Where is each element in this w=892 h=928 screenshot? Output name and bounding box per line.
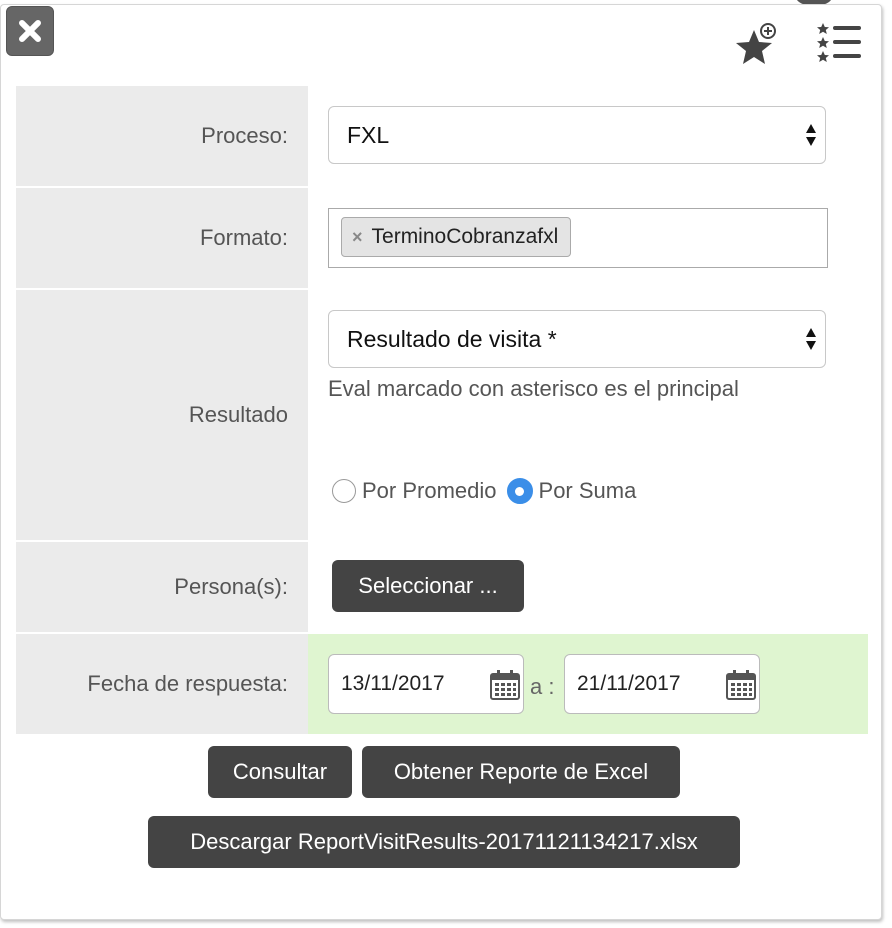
fecha-hasta-input[interactable]: 21/11/2017	[564, 654, 760, 714]
date-range-separator: a :	[530, 674, 555, 699]
fecha-desde-input[interactable]: 13/11/2017	[328, 654, 524, 714]
proceso-value: FXL	[347, 121, 390, 148]
formato-tag: × TerminoCobranzafxl	[341, 217, 572, 257]
radio-por-suma[interactable]	[506, 478, 533, 504]
resultado-row: Resultado Resultado de visita * Eval mar…	[16, 290, 868, 540]
resultado-value: Resultado de visita *	[347, 325, 557, 352]
select-arrows-icon	[806, 124, 816, 146]
select-arrows-icon	[806, 328, 816, 350]
resultado-label: Resultado	[16, 290, 308, 540]
close-icon	[19, 20, 41, 42]
calendar-icon[interactable]	[725, 669, 757, 701]
aggregation-radio-group: Por Promedio Por Suma	[332, 478, 636, 504]
download-report-button[interactable]: Descargar ReportVisitResults-20171121134…	[148, 816, 740, 868]
fecha-hasta-value: 21/11/2017	[577, 672, 681, 695]
proceso-select[interactable]: FXL	[328, 106, 826, 164]
fecha-desde-value: 13/11/2017	[341, 672, 445, 695]
proceso-label: Proceso:	[16, 86, 308, 186]
excel-report-button[interactable]: Obtener Reporte de Excel	[362, 746, 680, 798]
radio-label-por-promedio: Por Promedio	[362, 478, 497, 503]
remove-tag-icon[interactable]: ×	[352, 227, 363, 248]
formato-multiselect[interactable]: × TerminoCobranzafxl	[328, 208, 828, 268]
proceso-row: Proceso: FXL	[16, 86, 868, 186]
formato-label: Formato:	[16, 188, 308, 288]
seleccionar-button[interactable]: Seleccionar ...	[332, 560, 524, 612]
close-button[interactable]	[6, 6, 54, 56]
consultar-button[interactable]: Consultar	[208, 746, 352, 798]
fecha-row: Fecha de respuesta: 13/11/2017 a : 21/11…	[16, 634, 868, 734]
radio-label-por-suma: Por Suma	[538, 478, 637, 503]
resultado-hint: Eval marcado con asterisco es el princip…	[328, 376, 739, 401]
personas-label: Persona(s):	[16, 542, 308, 632]
calendar-icon[interactable]	[489, 669, 521, 701]
resultado-select[interactable]: Resultado de visita *	[328, 310, 826, 368]
star-list-icon[interactable]	[814, 20, 864, 68]
formato-row: Formato: × TerminoCobranzafxl	[16, 188, 868, 288]
formato-tag-label: TerminoCobranzafxl	[371, 225, 559, 248]
star-plus-icon[interactable]	[730, 20, 780, 68]
fecha-label: Fecha de respuesta:	[16, 634, 308, 734]
radio-por-promedio[interactable]	[332, 479, 356, 503]
personas-row: Persona(s): Seleccionar ...	[16, 542, 868, 632]
